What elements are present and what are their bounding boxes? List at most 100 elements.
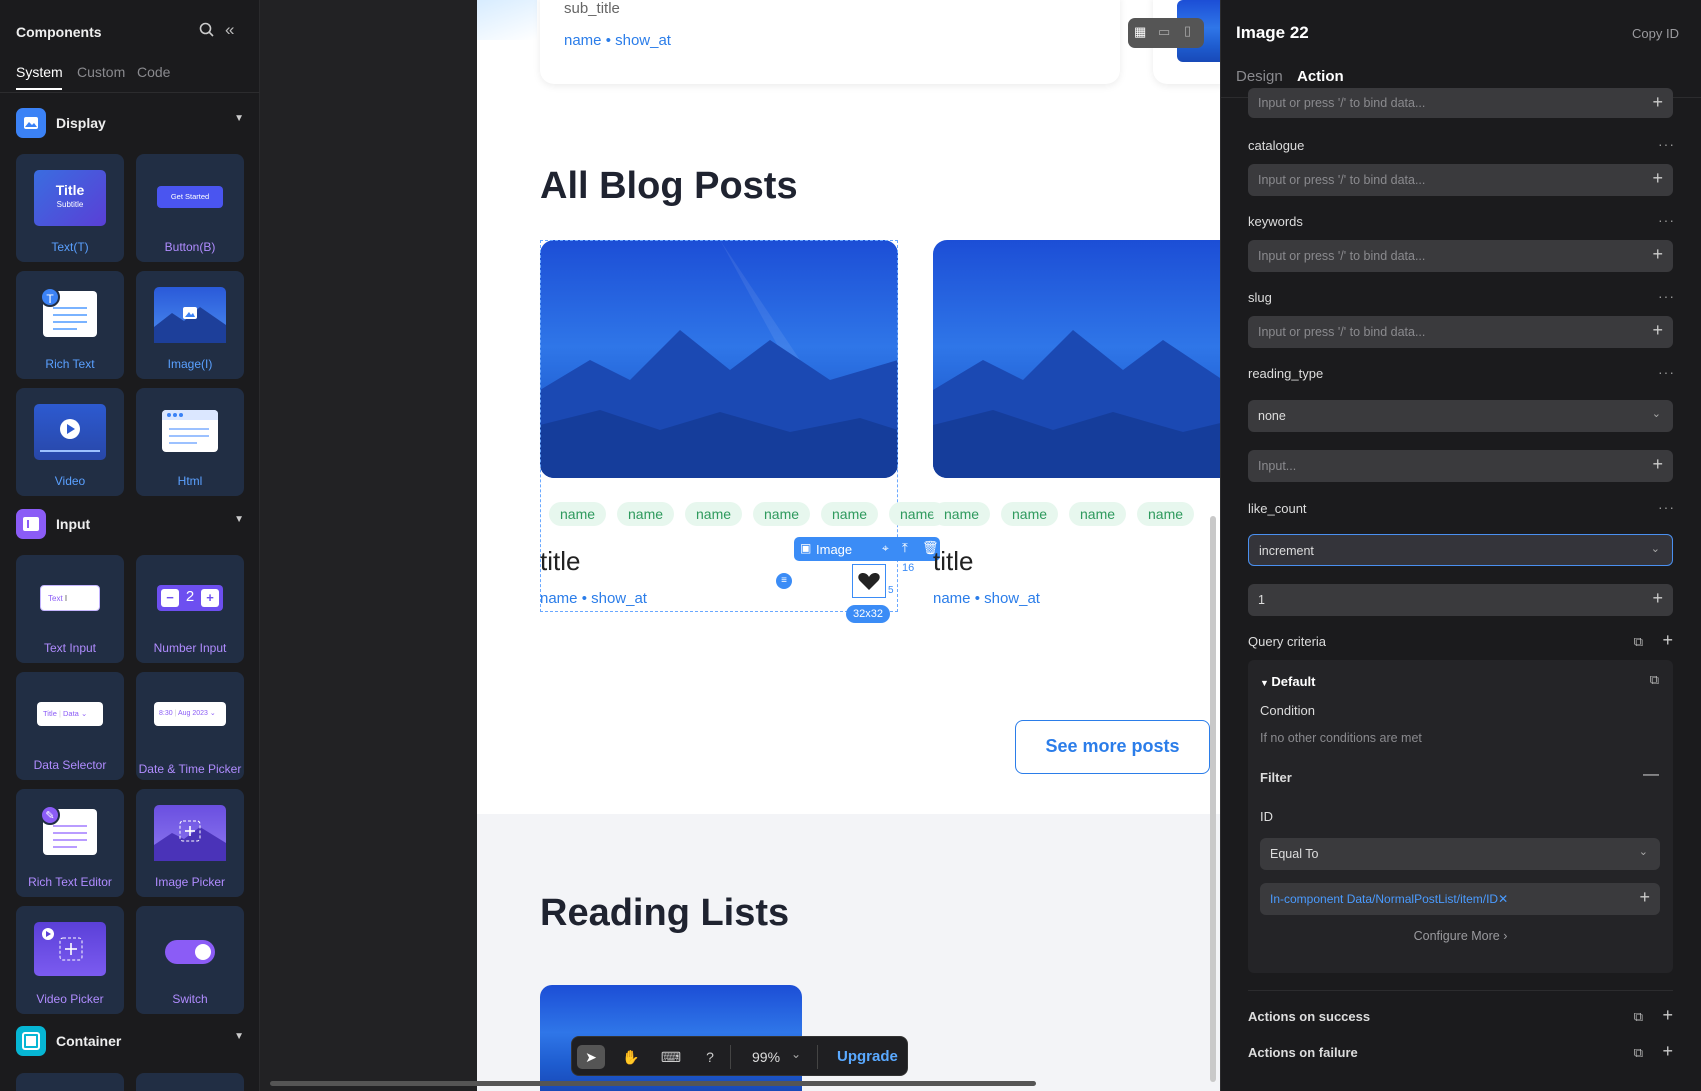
add-success-action-icon[interactable]: +: [1662, 1005, 1673, 1026]
more-options-icon[interactable]: ···: [1658, 136, 1675, 152]
component-image[interactable]: Image(I): [136, 271, 244, 379]
plus-icon[interactable]: +: [1652, 320, 1663, 341]
select-tool-icon[interactable]: ➤: [577, 1045, 605, 1069]
default-group[interactable]: ▼ Default: [1260, 674, 1315, 689]
chevron-down-icon[interactable]: ⌄: [791, 1047, 801, 1061]
reading-type-select[interactable]: none ⌄: [1248, 400, 1673, 432]
tag-pill[interactable]: name: [1137, 502, 1195, 526]
close-icon[interactable]: ✕: [1498, 892, 1508, 906]
operator-select[interactable]: Equal To ⌄: [1260, 838, 1660, 870]
preview-b: Data: [63, 709, 79, 718]
more-options-icon[interactable]: ···: [1658, 288, 1675, 304]
catalogue-input[interactable]: Input or press '/' to bind data... +: [1248, 164, 1673, 196]
link-text: Configure More: [1413, 929, 1500, 943]
collapse-minus-icon[interactable]: —: [1643, 766, 1659, 784]
slug-input[interactable]: Input or press '/' to bind data... +: [1248, 316, 1673, 348]
vertical-scrollbar[interactable]: [1210, 516, 1216, 1082]
category-container[interactable]: Container ▼: [16, 1026, 244, 1056]
tag-pill[interactable]: name: [549, 502, 607, 526]
zoom-level[interactable]: 99%: [752, 1049, 780, 1065]
plus-icon[interactable]: +: [1652, 454, 1663, 475]
tab-action[interactable]: Action: [1297, 68, 1344, 85]
plus-icon[interactable]: +: [1652, 588, 1663, 609]
tag-pill[interactable]: name: [617, 502, 675, 526]
keywords-input[interactable]: Input or press '/' to bind data... +: [1248, 240, 1673, 272]
tab-code[interactable]: Code: [137, 64, 170, 80]
plus-icon[interactable]: +: [1652, 244, 1663, 265]
component-number-input[interactable]: − 2 + Number Input: [136, 555, 244, 663]
tab-design[interactable]: Design: [1236, 68, 1283, 85]
search-icon[interactable]: [199, 22, 214, 41]
hand-tool-icon[interactable]: ✋: [617, 1045, 645, 1069]
category-display[interactable]: Display ▼: [16, 108, 244, 138]
component-button[interactable]: Get Started Button(B): [136, 154, 244, 262]
grid-icon[interactable]: ▦: [1134, 24, 1146, 40]
variable-icon[interactable]: ⧉: [1634, 1045, 1643, 1061]
post-title-2: title: [933, 546, 974, 576]
component-video[interactable]: Video: [16, 388, 124, 496]
component-image-picker[interactable]: Image Picker: [136, 789, 244, 897]
top-post-card[interactable]: sub_title name • show_at: [540, 0, 1120, 84]
copy-id-button[interactable]: Copy ID: [1632, 26, 1679, 41]
tag-pill[interactable]: name: [821, 502, 879, 526]
component-text-input[interactable]: Text I Text Input: [16, 555, 124, 663]
tag-pill[interactable]: name: [1069, 502, 1127, 526]
category-input[interactable]: Input ▼: [16, 509, 244, 539]
plus-icon[interactable]: +: [1652, 92, 1663, 113]
add-query-icon[interactable]: +: [1662, 630, 1673, 651]
binding-input[interactable]: In-component Data/NormalPostList/item/ID…: [1260, 883, 1660, 915]
post-image-2[interactable]: [933, 240, 1220, 478]
variable-icon[interactable]: ⧉: [1634, 634, 1643, 650]
keyboard-icon[interactable]: ⌨: [657, 1045, 685, 1069]
see-more-posts-button[interactable]: See more posts: [1015, 720, 1210, 774]
help-icon[interactable]: ?: [696, 1045, 724, 1069]
align-handle-icon[interactable]: ≡: [776, 573, 792, 589]
tab-custom[interactable]: Custom: [77, 64, 125, 80]
component-card-partial[interactable]: [16, 1073, 124, 1091]
component-card-partial[interactable]: [136, 1073, 244, 1091]
like-count-value-input[interactable]: 1 +: [1248, 584, 1673, 616]
component-data-selector[interactable]: Title | Data ⌄ Data Selector: [16, 672, 124, 780]
copy-icon[interactable]: ⧉: [1650, 672, 1659, 688]
add-failure-action-icon[interactable]: +: [1662, 1041, 1673, 1062]
component-switch[interactable]: Switch: [136, 906, 244, 1014]
element-toolbar[interactable]: ▣ Image ⌖ ⤒ 🗑: [794, 537, 940, 561]
card-subtitle: sub_title: [564, 0, 620, 17]
heart-icon[interactable]: [857, 569, 881, 593]
component-rich-text-editor[interactable]: ✎ Rich Text Editor: [16, 789, 124, 897]
more-options-icon[interactable]: ···: [1658, 364, 1675, 380]
upgrade-button[interactable]: Upgrade: [837, 1048, 898, 1065]
plus-icon[interactable]: +: [1639, 887, 1650, 908]
collapse-panel-icon[interactable]: «: [225, 20, 234, 40]
tag-pill[interactable]: name: [685, 502, 743, 526]
select-parent-icon[interactable]: ⌖: [882, 541, 889, 556]
more-options-icon[interactable]: ···: [1658, 212, 1675, 228]
reading-type-input[interactable]: Input... +: [1248, 450, 1673, 482]
device-switcher[interactable]: ▦ ▭ ▯: [1128, 18, 1204, 48]
tag-pill[interactable]: name: [1001, 502, 1059, 526]
tag-pill[interactable]: name: [933, 502, 991, 526]
component-date-time-picker[interactable]: 8:30 | Aug 2023 ⌄ Date & Time Picker: [136, 672, 244, 780]
like-count-operation-select[interactable]: increment ⌄: [1248, 534, 1673, 566]
canvas-page[interactable]: sub_title name • show_at ▦ ▭ ▯ All Blog …: [477, 0, 1220, 1091]
component-text[interactable]: Title Subtitle Text(T): [16, 154, 124, 262]
actions-on-failure[interactable]: Actions on failure: [1248, 1045, 1358, 1060]
display-icon: [16, 108, 46, 138]
plus-icon[interactable]: +: [1652, 168, 1663, 189]
bind-input-partial[interactable]: Input or press '/' to bind data... +: [1248, 88, 1673, 118]
tablet-icon[interactable]: ▭: [1158, 24, 1170, 40]
configure-more-link[interactable]: Configure More ›: [1248, 929, 1673, 943]
move-up-icon[interactable]: ⤒: [902, 540, 908, 556]
variable-icon[interactable]: ⧉: [1634, 1009, 1643, 1025]
mobile-icon[interactable]: ▯: [1184, 23, 1191, 39]
component-rich-text[interactable]: T Rich Text: [16, 271, 124, 379]
tab-system[interactable]: System: [16, 64, 63, 80]
actions-on-success[interactable]: Actions on success: [1248, 1009, 1370, 1024]
component-html[interactable]: Html: [136, 388, 244, 496]
horizontal-scrollbar[interactable]: [270, 1081, 1036, 1086]
tag-pill[interactable]: name: [753, 502, 811, 526]
more-options-icon[interactable]: ···: [1658, 499, 1675, 515]
component-video-picker[interactable]: Video Picker: [16, 906, 124, 1014]
number-input-preview: − 2 +: [157, 585, 223, 611]
selected-image-box[interactable]: [852, 564, 886, 598]
